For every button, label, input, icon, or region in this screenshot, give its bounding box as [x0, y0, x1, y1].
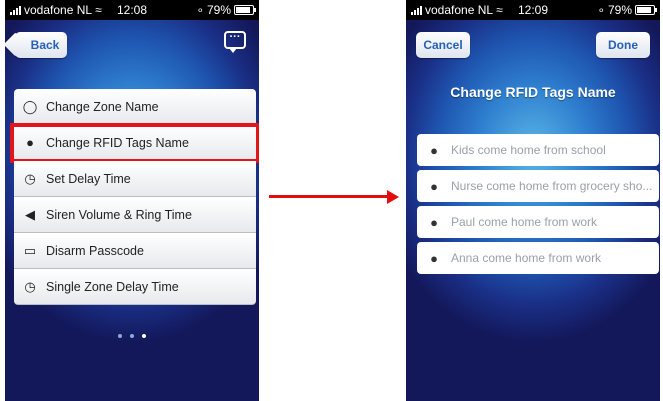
tag-name-field-4[interactable]: ● Anna come home from work [417, 242, 659, 274]
menu-item-change-rfid-tags-name[interactable]: ● Change RFID Tags Name [10, 123, 259, 163]
tag-name-field-3[interactable]: ● Paul come home from work [417, 206, 659, 238]
tag-name-field-2[interactable]: ● Nurse come home from grocery sho... [417, 170, 659, 202]
field-placeholder: Paul come home from work [451, 215, 598, 229]
unlock-icon: ▭ [23, 242, 37, 258]
status-bar: vodafone NL ≈ 12:08 ∘ 79% [5, 0, 259, 20]
speaker-icon: ◀ [25, 206, 35, 222]
phone-screen-rename-tags: vodafone NL ≈ 12:09 ∘ 79% Cancel Done Ch… [406, 0, 660, 401]
status-bar: vodafone NL ≈ 12:09 ∘ 79% [406, 0, 660, 20]
menu-item-label: Change Zone Name [46, 99, 159, 114]
done-button[interactable]: Done [596, 32, 650, 58]
page-dot [130, 334, 134, 338]
page-title: Change RFID Tags Name [450, 84, 616, 100]
bluetooth-icon: ∘ [597, 3, 605, 17]
battery-icon [234, 5, 256, 15]
menu-item-label: Set Delay Time [46, 171, 131, 186]
tag-name-field-1[interactable]: ● Kids come home from school [417, 134, 659, 166]
timer-icon: ◷ [24, 278, 36, 294]
menu-item-disarm-passcode[interactable]: ▭ Disarm Passcode [14, 233, 256, 269]
menu-item-label: Single Zone Delay Time [46, 279, 179, 294]
chat-bubble-icon[interactable]: ··· [224, 31, 246, 53]
person-icon: ● [430, 250, 438, 266]
battery-icon [635, 5, 657, 15]
back-button[interactable]: Back [15, 32, 67, 58]
person-icon: ● [26, 135, 34, 150]
back-button-label: Back [30, 38, 60, 52]
menu-item-set-delay-time[interactable]: ◷ Set Delay Time [14, 161, 256, 197]
tag-name-fields: ● Kids come home from school ● Nurse com… [417, 134, 659, 278]
battery-indicator: ∘ 79% [597, 3, 657, 17]
shield-icon: ◯ [22, 98, 38, 114]
menu-item-single-zone-delay[interactable]: ◷ Single Zone Delay Time [14, 269, 256, 305]
battery-percent: 79% [206, 3, 231, 17]
field-placeholder: Anna come home from work [451, 251, 602, 265]
page-indicator[interactable] [5, 331, 259, 340]
transition-arrow [269, 190, 399, 204]
settings-menu: ◯ Change Zone Name ● Change RFID Tags Na… [10, 89, 259, 305]
bluetooth-icon: ∘ [196, 3, 204, 17]
page-dot [118, 334, 122, 338]
menu-item-change-zone-name[interactable]: ◯ Change Zone Name [14, 89, 256, 125]
person-icon: ● [430, 178, 438, 194]
battery-indicator: ∘ 79% [196, 3, 256, 17]
phone-screen-settings: vodafone NL ≈ 12:08 ∘ 79% Back ··· ◯ Cha… [5, 0, 259, 401]
menu-item-siren-volume[interactable]: ◀ Siren Volume & Ring Time [14, 197, 256, 233]
menu-item-label: Disarm Passcode [46, 243, 144, 258]
timer-icon: ◷ [24, 170, 36, 186]
cancel-button[interactable]: Cancel [416, 32, 470, 58]
field-placeholder: Nurse come home from grocery sho... [451, 179, 653, 193]
person-icon: ● [430, 142, 438, 158]
battery-percent: 79% [607, 3, 632, 17]
field-placeholder: Kids come home from school [451, 143, 606, 157]
menu-item-label: Siren Volume & Ring Time [46, 207, 192, 222]
person-icon: ● [430, 214, 438, 230]
page-dot-active [142, 334, 146, 338]
menu-item-label: Change RFID Tags Name [46, 135, 189, 150]
